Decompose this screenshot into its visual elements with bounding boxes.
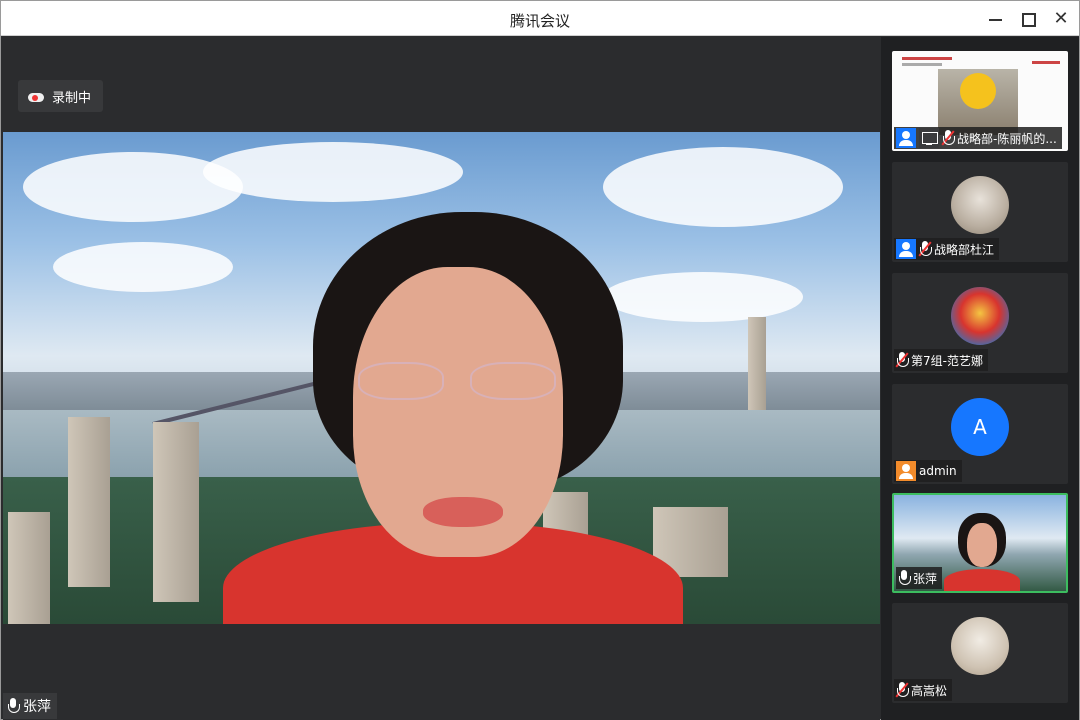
participant-name: 战略部-陈丽帆的...	[957, 131, 1057, 146]
speaker-name: 张萍	[23, 699, 51, 715]
speaker-person	[223, 212, 683, 624]
cloud-record-icon	[26, 90, 44, 102]
letter-avatar: A	[951, 398, 1009, 456]
participant-name: 张萍	[913, 571, 938, 586]
participant-tile[interactable]: 战略部-陈丽帆的...	[892, 51, 1068, 151]
video-cloud	[203, 142, 463, 202]
microphone-muted-icon	[918, 241, 932, 257]
microphone-muted-icon	[895, 682, 909, 698]
meeting-window: 腾讯会议 ✕ 录制中 张萍 战略部-陈丽帆的... 战略部杜江 第7组-范艺娜 …	[0, 0, 1080, 720]
mini-face	[967, 523, 997, 567]
participant-label: 高嵩松	[894, 679, 953, 701]
participant-name: 高嵩松	[911, 683, 948, 698]
speaker-name-tag: 张萍	[3, 693, 57, 719]
recording-label: 录制中	[52, 90, 92, 106]
shared-text-line	[1032, 61, 1060, 64]
participant-avatar	[951, 617, 1009, 675]
user-icon	[896, 128, 916, 148]
shared-text-line	[902, 57, 952, 60]
microphone-icon	[7, 698, 20, 714]
title-bar: 腾讯会议 ✕	[1, 1, 1079, 36]
speaker-mouth	[423, 497, 503, 527]
shared-image	[938, 69, 1018, 135]
recording-indicator[interactable]: 录制中	[18, 80, 104, 112]
video-tower	[748, 317, 766, 412]
microphone-icon	[898, 570, 911, 586]
window-title: 腾讯会议	[509, 12, 570, 30]
participant-tile[interactable]: A admin	[892, 384, 1068, 484]
shared-text-line	[902, 63, 942, 66]
participant-label: admin	[894, 460, 962, 482]
minimize-button[interactable]	[986, 9, 1006, 29]
main-video-stage: 录制中 张萍	[3, 37, 880, 720]
video-tower	[68, 417, 110, 587]
video-tower	[8, 512, 50, 624]
mini-shirt	[944, 569, 1020, 591]
close-button[interactable]: ✕	[1051, 9, 1071, 29]
duck-image	[960, 73, 996, 109]
video-tower	[153, 422, 199, 602]
glasses-lens	[358, 362, 444, 400]
participant-label: 战略部杜江	[894, 238, 1000, 260]
video-cloud	[53, 242, 233, 292]
participant-name: 战略部杜江	[934, 242, 995, 257]
participant-sidebar: 战略部-陈丽帆的... 战略部杜江 第7组-范艺娜 A admin 张萍 高嵩松	[881, 37, 1079, 720]
user-icon	[896, 239, 916, 259]
participant-tile-active[interactable]: 张萍	[892, 493, 1068, 593]
participant-tile[interactable]: 高嵩松	[892, 603, 1068, 703]
screen-share-icon	[919, 128, 939, 148]
speaker-glasses	[358, 362, 558, 402]
microphone-muted-icon	[941, 130, 955, 146]
microphone-muted-icon	[895, 352, 909, 368]
participant-label: 战略部-陈丽帆的...	[894, 127, 1062, 149]
host-user-icon	[896, 461, 916, 481]
speaker-video[interactable]	[3, 132, 880, 624]
participant-avatar	[951, 176, 1009, 234]
glasses-lens	[470, 362, 556, 400]
participant-tile[interactable]: 第7组-范艺娜	[892, 273, 1068, 373]
participant-label: 第7组-范艺娜	[894, 349, 988, 371]
participant-name: admin	[919, 464, 957, 478]
maximize-button[interactable]	[1018, 9, 1038, 29]
participant-name: 第7组-范艺娜	[911, 353, 983, 368]
participant-tile[interactable]: 战略部杜江	[892, 162, 1068, 262]
participant-avatar	[951, 287, 1009, 345]
participant-label: 张萍	[896, 567, 943, 589]
